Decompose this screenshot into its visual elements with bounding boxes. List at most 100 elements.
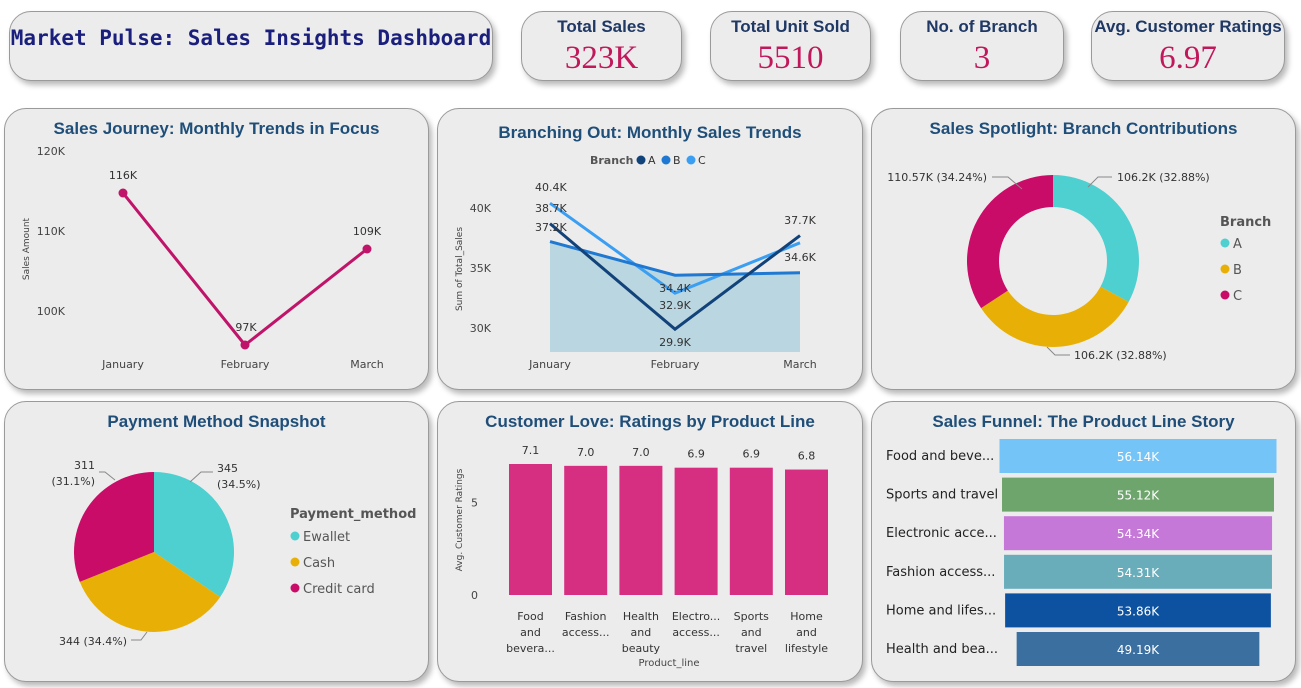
data-label: 116K — [109, 169, 138, 182]
data-label: 7.1 — [522, 444, 540, 457]
header-card: Market Pulse: Sales Insights Dashboard — [9, 11, 493, 81]
legend-marker — [290, 583, 300, 593]
category-label: Home and lifes... — [886, 603, 996, 618]
x-tick-label: February — [221, 358, 270, 371]
slice-label: 345 — [217, 462, 238, 475]
legend-title: Branch — [590, 154, 633, 167]
x-tick-label: Health — [623, 610, 659, 623]
bar — [674, 467, 718, 595]
kpi-label: No. of Branch — [926, 17, 1038, 36]
data-label: 7.0 — [632, 446, 650, 459]
x-tick-label: Home — [790, 610, 823, 623]
kpi-value: 323K — [564, 40, 639, 76]
data-label: 32.9K — [659, 299, 691, 312]
ratings-bar-chart: 0 5 Avg. Customer Ratings 7.1 Food and bevera.… — [455, 444, 828, 669]
legend-marker — [1220, 238, 1230, 248]
legend-label: C — [698, 154, 706, 167]
page-title: Market Pulse: Sales Insights Dashboard — [10, 26, 492, 50]
y-axis-label: Sales Amount — [22, 217, 32, 280]
y-tick-label: 120K — [37, 145, 66, 158]
panel-monthly-trends[interactable]: Sales Journey: Monthly Trends in Focus 1… — [4, 108, 429, 390]
x-tick-label: access... — [672, 626, 720, 639]
bar — [564, 465, 608, 595]
kpi-label: Avg. Customer Ratings — [1094, 17, 1282, 36]
x-tick-label: January — [528, 358, 571, 371]
kpi-card-total-sales: Total Sales 323K — [521, 11, 682, 81]
data-label: 6.8 — [798, 450, 816, 463]
data-label: 109K — [353, 225, 382, 238]
panel-branch-contributions[interactable]: Sales Spotlight: Branch Contributions 10… — [871, 108, 1296, 390]
kpi-card-no-of-branch: No. of Branch 3 — [900, 11, 1064, 81]
legend-marker — [1220, 264, 1230, 274]
kpi-label: Total Unit Sold — [731, 17, 850, 36]
data-point — [240, 340, 250, 350]
category-label: Food and beve... — [886, 449, 994, 464]
product-funnel-chart: 56.14K Food and beve... 55.12K Sports and t… — [886, 439, 1277, 666]
donut-slice — [1053, 175, 1139, 302]
data-label: 37.7K — [784, 214, 816, 227]
leader-line — [189, 471, 213, 483]
x-axis-label: Product_line — [638, 658, 699, 669]
data-label: 40.4K — [535, 181, 567, 194]
y-tick-label: 30K — [470, 322, 492, 335]
y-tick-label: 100K — [37, 305, 66, 318]
branch-line-chart: 30K 35K 40K Sum of Total_Sales Branch A B C 40.4… — [455, 154, 817, 371]
bar — [509, 464, 552, 595]
legend-marker — [290, 557, 300, 567]
slice-label: 106.2K (32.88%) — [1117, 171, 1210, 184]
legend-marker — [1220, 290, 1230, 300]
x-tick-label: and — [796, 626, 817, 639]
legend-label: A — [1233, 237, 1242, 252]
panel-product-funnel[interactable]: Sales Funnel: The Product Line Story 56.… — [871, 401, 1296, 682]
data-point — [362, 244, 372, 254]
data-label: 7.0 — [577, 446, 595, 459]
data-label: 34.6K — [784, 251, 816, 264]
x-tick-label: January — [101, 358, 144, 371]
data-point — [118, 188, 128, 198]
legend-label: Credit card — [303, 582, 375, 597]
panel-payment-method[interactable]: Payment Method Snapshot 345 (34.5%) 344 (3… — [4, 401, 429, 682]
leader-line — [131, 631, 148, 641]
kpi-label: Total Sales — [557, 17, 646, 36]
panel-branch-trends[interactable]: Branching Out: Monthly Sales Trends 30K 3… — [437, 108, 863, 390]
legend-marker — [686, 155, 696, 165]
panel-ratings[interactable]: Customer Love: Ratings by Product Line 0… — [437, 401, 863, 682]
branch-donut-chart: 106.2K (32.88%) 106.2K (32.88%) 110.57K (3… — [887, 171, 1271, 362]
x-tick-label: and — [741, 626, 762, 639]
leader-line — [99, 471, 116, 481]
x-tick-label: March — [783, 358, 817, 371]
data-label: 6.9 — [687, 448, 705, 461]
legend-title: Payment_method — [290, 507, 416, 522]
x-tick-label: Fashion — [565, 610, 607, 623]
legend-label: B — [1233, 263, 1242, 278]
legend-label: B — [673, 154, 681, 167]
donut-slice — [967, 175, 1053, 309]
x-tick-label: March — [350, 358, 384, 371]
kpi-value: 5510 — [757, 40, 824, 76]
x-tick-label: access... — [562, 626, 610, 639]
data-label: 55.12K — [1117, 489, 1160, 503]
y-tick-label: 110K — [37, 225, 66, 238]
data-label: 37.2K — [535, 221, 567, 234]
data-label: 38.7K — [535, 202, 567, 215]
data-label: 54.31K — [1117, 566, 1160, 580]
data-label: 49.19K — [1117, 643, 1160, 657]
y-tick-label: 0 — [471, 589, 478, 602]
kpi-value: 3 — [973, 40, 991, 76]
bar — [785, 469, 828, 595]
x-tick-label: Electro... — [672, 610, 720, 623]
legend-label: A — [648, 154, 656, 167]
data-label: 56.14K — [1117, 450, 1160, 464]
data-label: 6.9 — [743, 448, 761, 461]
slice-label: 106.2K (32.88%) — [1074, 349, 1167, 362]
kpi-card-avg-customer-ratings: Avg. Customer Ratings 6.97 — [1091, 11, 1285, 81]
legend-marker — [290, 531, 300, 541]
y-tick-label: 5 — [471, 497, 478, 510]
x-tick-label: February — [651, 358, 700, 371]
slice-label: 110.57K (34.24%) — [887, 171, 987, 184]
x-tick-label: travel — [735, 642, 767, 655]
kpi-card-total-unit-sold: Total Unit Sold 5510 — [710, 11, 871, 81]
legend-marker — [661, 155, 671, 165]
slice-label: 311 — [74, 459, 95, 472]
legend-label: Cash — [303, 556, 335, 571]
